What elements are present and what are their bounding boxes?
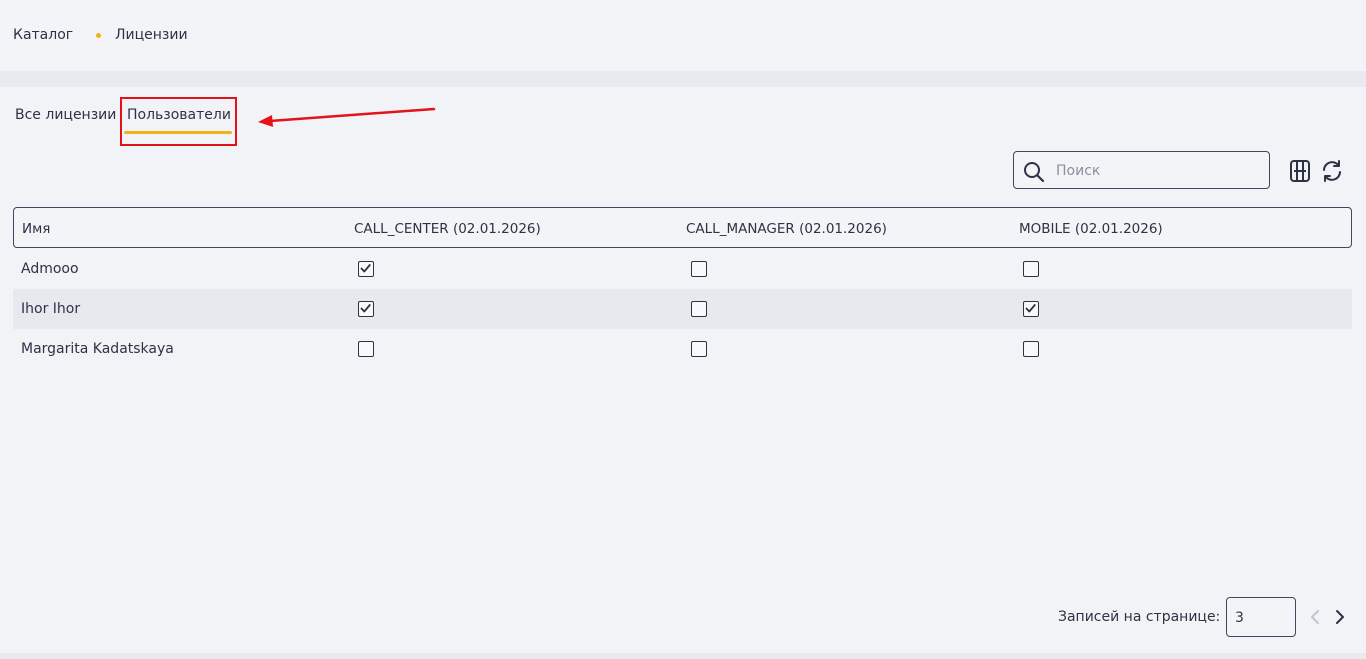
- user-name: Admooo: [21, 261, 79, 277]
- license-checkbox-call-manager[interactable]: [691, 301, 707, 317]
- search-input[interactable]: [1054, 160, 1258, 182]
- table-header: Имя CALL_CENTER (02.01.2026) CALL_MANAGE…: [13, 207, 1352, 248]
- column-header-name[interactable]: Имя: [22, 219, 50, 239]
- breadcrumb-item-catalog[interactable]: Каталог: [13, 25, 73, 45]
- column-header-call-manager[interactable]: CALL_MANAGER (02.01.2026): [686, 219, 887, 239]
- breadcrumb-item-licenses: Лицензии: [115, 27, 188, 43]
- user-name: Margarita Kadatskaya: [21, 341, 174, 357]
- user-name: Ihor Ihor: [21, 301, 81, 317]
- annotation-highlight-box: [120, 97, 237, 146]
- breadcrumb-separator-dot: [96, 33, 101, 38]
- breadcrumb: Каталог Лицензии: [0, 0, 1366, 71]
- page-size-value: 3: [1235, 610, 1244, 626]
- license-checkbox-mobile[interactable]: [1023, 301, 1039, 317]
- refresh-icon[interactable]: [1320, 159, 1344, 183]
- license-checkbox-call-manager[interactable]: [691, 261, 707, 277]
- license-checkbox-mobile[interactable]: [1023, 261, 1039, 277]
- chevron-right-icon[interactable]: [1332, 608, 1348, 626]
- tab-all-licenses[interactable]: Все лицензии: [15, 105, 116, 125]
- license-checkbox-call-center[interactable]: [358, 261, 374, 277]
- checkmark-icon: [360, 264, 371, 273]
- license-checkbox-call-center[interactable]: [358, 301, 374, 317]
- table-row: Ihor Ihor: [13, 289, 1352, 329]
- column-settings-icon[interactable]: [1289, 159, 1311, 183]
- column-header-mobile[interactable]: MOBILE (02.01.2026): [1019, 219, 1163, 239]
- license-checkbox-call-center[interactable]: [358, 341, 374, 357]
- page-size-label: Записей на странице:: [1058, 609, 1221, 625]
- header-divider: [0, 71, 1366, 87]
- page-size-input[interactable]: 3: [1226, 597, 1296, 637]
- license-checkbox-mobile[interactable]: [1023, 341, 1039, 357]
- table-row: Admooo: [13, 249, 1352, 289]
- annotation-arrow: [258, 107, 436, 127]
- license-checkbox-call-manager[interactable]: [691, 341, 707, 357]
- column-header-call-center[interactable]: CALL_CENTER (02.01.2026): [354, 219, 541, 239]
- footer-divider: [0, 653, 1366, 659]
- checkmark-icon: [360, 304, 371, 313]
- table-row: Margarita Kadatskaya: [13, 329, 1352, 369]
- search-box[interactable]: [1013, 151, 1270, 189]
- search-icon: [1024, 162, 1045, 183]
- checkmark-icon: [1025, 304, 1036, 313]
- chevron-left-icon: [1311, 610, 1319, 624]
